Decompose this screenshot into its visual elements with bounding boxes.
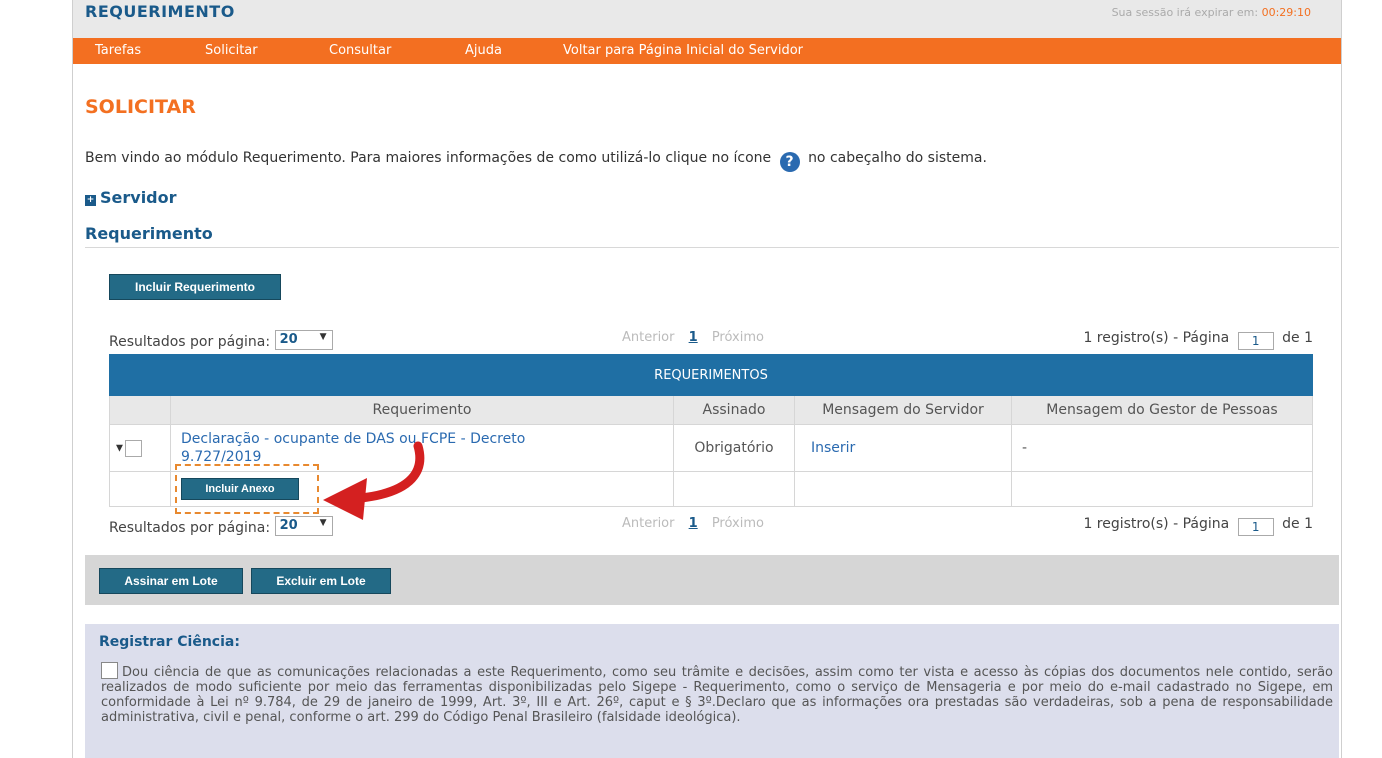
column-header-requerimento: Requerimento <box>170 395 674 425</box>
session-label: Sua sessão irá expirar em: <box>1111 6 1259 19</box>
annotation-arrow-icon <box>323 441 425 520</box>
results-per-page-select[interactable]: 20 ▼ <box>274 330 333 350</box>
servidor-label: Servidor <box>100 188 177 207</box>
results-per-page-label: Resultados por página: <box>109 520 271 536</box>
column-header-msg-servidor: Mensagem do Servidor <box>794 395 1012 425</box>
records-info: 1 registro(s) - Página 1 de 1 <box>1083 516 1313 536</box>
column-header-msg-gestor: Mensagem do Gestor de Pessoas <box>1011 395 1313 425</box>
page-frame: REQUERIMENTO Sua sessão irá expirar em: … <box>72 0 1342 758</box>
help-icon: ? <box>779 152 800 172</box>
table-caption-row: REQUERIMENTOS <box>109 354 1313 396</box>
msg-gestor-cell: - <box>1011 424 1313 472</box>
expand-plus-icon: + <box>85 195 96 206</box>
requerimento-heading: Requerimento <box>85 224 213 243</box>
page-input[interactable]: 1 <box>1237 518 1274 536</box>
menu-item-solicitar[interactable]: Solicitar <box>205 43 258 58</box>
assinar-em-lote-button[interactable]: Assinar em Lote <box>99 568 243 594</box>
anexo-empty-cell <box>109 471 171 507</box>
menu-item-tarefas[interactable]: Tarefas <box>95 43 141 58</box>
of-label: de 1 <box>1282 330 1313 346</box>
app-title: REQUERIMENTO <box>85 2 235 21</box>
ciencia-checkbox[interactable] <box>101 662 118 679</box>
menu-item-consultar[interactable]: Consultar <box>329 43 391 58</box>
row-checkbox[interactable] <box>124 439 142 457</box>
page-title: SOLICITAR <box>85 96 196 118</box>
session-time: 00:29:10 <box>1261 6 1311 19</box>
page-input[interactable]: 1 <box>1237 332 1274 350</box>
main-menu: Tarefas Solicitar Consultar Ajuda Voltar… <box>73 38 1341 64</box>
highlight-box <box>175 464 319 514</box>
excluir-em-lote-button[interactable]: Excluir em Lote <box>251 568 391 594</box>
next-link[interactable]: Próximo <box>712 330 764 345</box>
ciencia-text: Dou ciência de que as comunicações relac… <box>101 662 1333 725</box>
records-info: 1 registro(s) - Página 1 de 1 <box>1083 330 1313 350</box>
top-bar: REQUERIMENTO Sua sessão irá expirar em: … <box>73 0 1341 38</box>
anexo-empty-cell <box>794 471 1012 507</box>
rpp-value: 20 <box>279 332 298 347</box>
pagination-nav: Anterior 1 Próximo <box>622 330 764 345</box>
prev-link[interactable]: Anterior <box>622 516 674 531</box>
menu-item-ajuda[interactable]: Ajuda <box>465 43 502 58</box>
welcome-text-after: no cabeçalho do sistema. <box>808 150 987 166</box>
column-header-assinado: Assinado <box>673 395 795 425</box>
ciencia-title: Registrar Ciência: <box>99 634 240 650</box>
prev-link[interactable]: Anterior <box>622 330 674 345</box>
rpp-value: 20 <box>279 518 298 533</box>
results-per-page: Resultados por página: 20 ▼ <box>109 330 333 350</box>
anexo-empty-cell <box>1011 471 1313 507</box>
page-number-link[interactable]: 1 <box>689 516 698 531</box>
row-toggle[interactable]: ▼ <box>116 439 142 457</box>
row-select-cell: ▼ <box>109 424 171 472</box>
pagination-nav: Anterior 1 Próximo <box>622 516 764 531</box>
welcome-text-before: Bem vindo ao módulo Requerimento. Para m… <box>85 150 772 166</box>
table-header-row: Requerimento Assinado Mensagem do Servid… <box>109 395 1313 425</box>
results-per-page: Resultados por página: 20 ▼ <box>109 516 333 536</box>
pager-bottom: Resultados por página: 20 ▼ Anterior 1 P… <box>109 514 1313 536</box>
assinado-cell: Obrigatório <box>673 424 795 472</box>
chevron-down-icon: ▼ <box>319 332 327 342</box>
page-number-link[interactable]: 1 <box>689 330 698 345</box>
next-link[interactable]: Próximo <box>712 516 764 531</box>
records-label: 1 registro(s) - Página <box>1083 516 1230 532</box>
results-per-page-label: Resultados por página: <box>109 334 271 350</box>
batch-actions-bar: Assinar em Lote Excluir em Lote <box>85 555 1339 605</box>
msg-servidor-cell: Inserir <box>794 424 1012 472</box>
of-label: de 1 <box>1282 516 1313 532</box>
pager-top: Resultados por página: 20 ▼ Anterior 1 P… <box>109 328 1313 350</box>
anexo-empty-cell <box>673 471 795 507</box>
inserir-link[interactable]: Inserir <box>811 440 855 456</box>
ciencia-statement: Dou ciência de que as comunicações relac… <box>101 665 1333 725</box>
table-caption: REQUERIMENTOS <box>109 354 1313 396</box>
welcome-text: Bem vindo ao módulo Requerimento. Para m… <box>85 150 987 172</box>
caret-down-icon: ▼ <box>116 443 123 453</box>
menu-item-voltar[interactable]: Voltar para Página Inicial do Servidor <box>563 43 803 58</box>
incluir-requerimento-button[interactable]: Incluir Requerimento <box>109 274 281 300</box>
records-label: 1 registro(s) - Página <box>1083 330 1230 346</box>
servidor-section-toggle[interactable]: + Servidor <box>85 188 177 207</box>
session-timer: Sua sessão irá expirar em: 00:29:10 <box>1112 6 1311 19</box>
registrar-ciencia-panel: Registrar Ciência: Dou ciência de que as… <box>85 624 1339 758</box>
select-column-header <box>109 395 171 425</box>
section-divider <box>85 247 1339 248</box>
